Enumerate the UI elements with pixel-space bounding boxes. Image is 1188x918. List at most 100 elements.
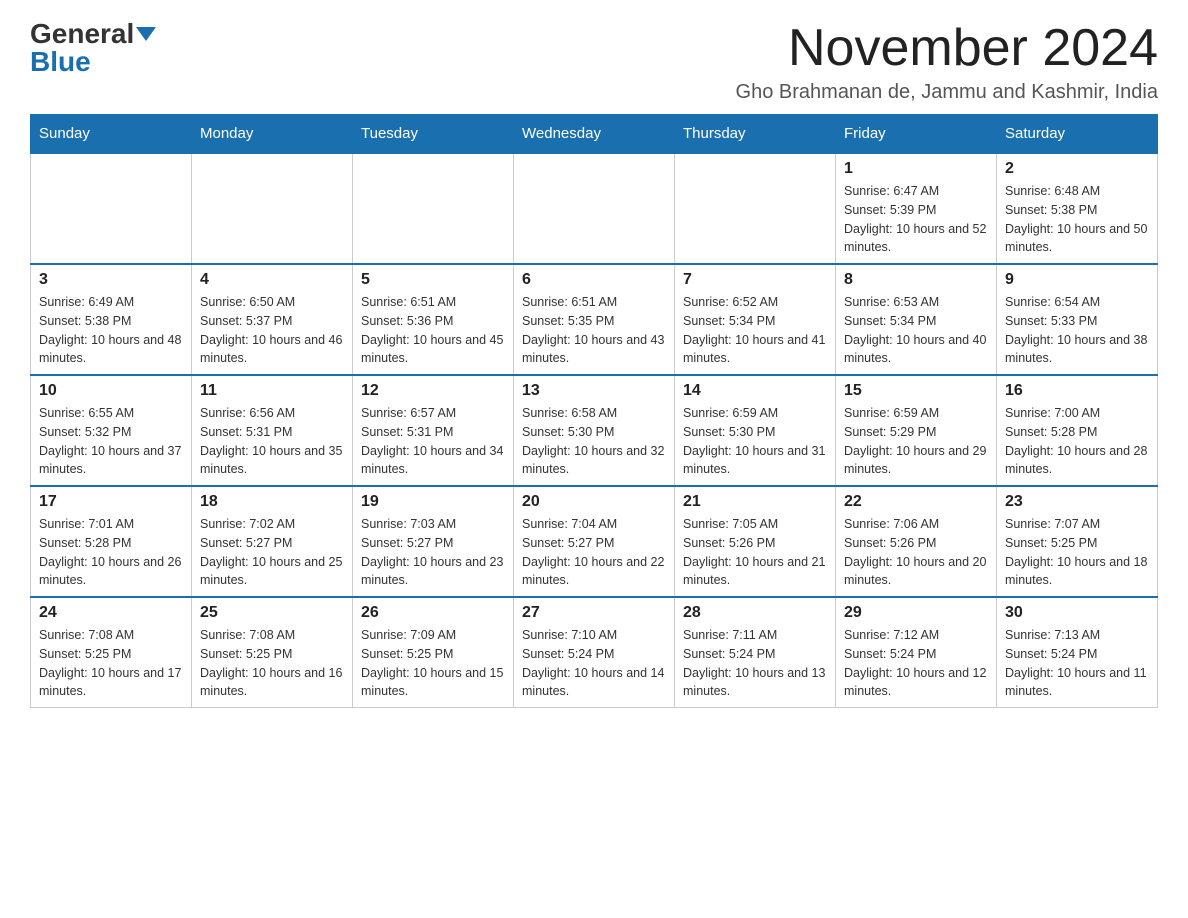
day-number: 10 <box>39 382 183 400</box>
calendar-cell: 24Sunrise: 7:08 AM Sunset: 5:25 PM Dayli… <box>31 597 192 708</box>
weekday-header-wednesday: Wednesday <box>514 115 675 154</box>
page-header: General Blue November 2024 Gho Brahmanan… <box>30 20 1158 104</box>
calendar-cell <box>192 153 353 264</box>
calendar-cell <box>353 153 514 264</box>
weekday-header-monday: Monday <box>192 115 353 154</box>
day-number: 15 <box>844 382 988 400</box>
week-row-1: 1Sunrise: 6:47 AM Sunset: 5:39 PM Daylig… <box>31 153 1158 264</box>
calendar-cell: 26Sunrise: 7:09 AM Sunset: 5:25 PM Dayli… <box>353 597 514 708</box>
day-info: Sunrise: 6:48 AM Sunset: 5:38 PM Dayligh… <box>1005 182 1149 257</box>
calendar-cell: 2 Sunrise: 6:48 AM Sunset: 5:38 PM Daylig… <box>997 153 1158 264</box>
day-info: Sunrise: 7:11 AM Sunset: 5:24 PM Dayligh… <box>683 626 827 701</box>
day-number: 23 <box>1005 493 1149 511</box>
logo: General Blue <box>30 20 156 76</box>
day-number: 7 <box>683 271 827 289</box>
calendar-cell: 16 Sunrise: 7:00 AM Sunset: 5:28 PM Dayli… <box>997 375 1158 486</box>
day-info: Sunrise: 6:58 AM Sunset: 5:30 PM Dayligh… <box>522 404 666 479</box>
logo-text: General Blue <box>30 20 156 76</box>
day-info: Sunrise: 6:53 AM Sunset: 5:34 PM Dayligh… <box>844 293 988 368</box>
calendar-cell: 23 Sunrise: 7:07 AM Sunset: 5:25 PM Dayli… <box>997 486 1158 597</box>
logo-triangle-icon <box>136 27 156 41</box>
day-number: 25 <box>200 604 344 622</box>
day-info: Sunrise: 7:00 AM Sunset: 5:28 PM Dayligh… <box>1005 404 1149 479</box>
day-info: Sunrise: 7:12 AM Sunset: 5:24 PM Dayligh… <box>844 626 988 701</box>
day-number: 4 <box>200 271 344 289</box>
calendar-cell: 21 Sunrise: 7:05 AM Sunset: 5:26 PM Dayli… <box>675 486 836 597</box>
day-number: 26 <box>361 604 505 622</box>
day-number: 11 <box>200 382 344 400</box>
calendar-cell: 18 Sunrise: 7:02 AM Sunset: 5:27 PM Dayli… <box>192 486 353 597</box>
day-number: 6 <box>522 271 666 289</box>
day-number: 8 <box>844 271 988 289</box>
calendar-cell: 10 Sunrise: 6:55 AM Sunset: 5:32 PM Dayli… <box>31 375 192 486</box>
week-row-5: 24Sunrise: 7:08 AM Sunset: 5:25 PM Dayli… <box>31 597 1158 708</box>
day-number: 2 <box>1005 160 1149 178</box>
logo-general: General <box>30 18 134 49</box>
calendar-cell: 12 Sunrise: 6:57 AM Sunset: 5:31 PM Dayli… <box>353 375 514 486</box>
day-info: Sunrise: 6:59 AM Sunset: 5:30 PM Dayligh… <box>683 404 827 479</box>
calendar-cell: 15 Sunrise: 6:59 AM Sunset: 5:29 PM Dayli… <box>836 375 997 486</box>
calendar-cell: 5 Sunrise: 6:51 AM Sunset: 5:36 PM Daylig… <box>353 264 514 375</box>
day-number: 9 <box>1005 271 1149 289</box>
day-info: Sunrise: 7:07 AM Sunset: 5:25 PM Dayligh… <box>1005 515 1149 590</box>
week-row-4: 17Sunrise: 7:01 AM Sunset: 5:28 PM Dayli… <box>31 486 1158 597</box>
calendar-cell: 29Sunrise: 7:12 AM Sunset: 5:24 PM Dayli… <box>836 597 997 708</box>
day-info: Sunrise: 7:05 AM Sunset: 5:26 PM Dayligh… <box>683 515 827 590</box>
calendar-cell: 20Sunrise: 7:04 AM Sunset: 5:27 PM Dayli… <box>514 486 675 597</box>
day-number: 21 <box>683 493 827 511</box>
calendar-cell: 3 Sunrise: 6:49 AM Sunset: 5:38 PM Daylig… <box>31 264 192 375</box>
day-number: 5 <box>361 271 505 289</box>
day-info: Sunrise: 7:10 AM Sunset: 5:24 PM Dayligh… <box>522 626 666 701</box>
calendar-table: SundayMondayTuesdayWednesdayThursdayFrid… <box>30 114 1158 708</box>
day-info: Sunrise: 6:55 AM Sunset: 5:32 PM Dayligh… <box>39 404 183 479</box>
title-area: November 2024 Gho Brahmanan de, Jammu an… <box>736 20 1158 104</box>
calendar-cell: 1Sunrise: 6:47 AM Sunset: 5:39 PM Daylig… <box>836 153 997 264</box>
day-info: Sunrise: 6:51 AM Sunset: 5:35 PM Dayligh… <box>522 293 666 368</box>
day-number: 13 <box>522 382 666 400</box>
day-number: 16 <box>1005 382 1149 400</box>
calendar-cell <box>675 153 836 264</box>
weekday-header-saturday: Saturday <box>997 115 1158 154</box>
day-number: 3 <box>39 271 183 289</box>
calendar-cell: 17Sunrise: 7:01 AM Sunset: 5:28 PM Dayli… <box>31 486 192 597</box>
day-info: Sunrise: 6:56 AM Sunset: 5:31 PM Dayligh… <box>200 404 344 479</box>
day-info: Sunrise: 7:02 AM Sunset: 5:27 PM Dayligh… <box>200 515 344 590</box>
calendar-cell: 28 Sunrise: 7:11 AM Sunset: 5:24 PM Dayli… <box>675 597 836 708</box>
calendar-cell: 4 Sunrise: 6:50 AM Sunset: 5:37 PM Daylig… <box>192 264 353 375</box>
calendar-cell: 13 Sunrise: 6:58 AM Sunset: 5:30 PM Dayli… <box>514 375 675 486</box>
day-info: Sunrise: 6:51 AM Sunset: 5:36 PM Dayligh… <box>361 293 505 368</box>
day-number: 28 <box>683 604 827 622</box>
day-number: 27 <box>522 604 666 622</box>
day-info: Sunrise: 6:54 AM Sunset: 5:33 PM Dayligh… <box>1005 293 1149 368</box>
calendar-cell: 19 Sunrise: 7:03 AM Sunset: 5:27 PM Dayli… <box>353 486 514 597</box>
day-info: Sunrise: 6:59 AM Sunset: 5:29 PM Dayligh… <box>844 404 988 479</box>
day-info: Sunrise: 7:06 AM Sunset: 5:26 PM Dayligh… <box>844 515 988 590</box>
day-info: Sunrise: 6:50 AM Sunset: 5:37 PM Dayligh… <box>200 293 344 368</box>
calendar-cell: 8 Sunrise: 6:53 AM Sunset: 5:34 PM Daylig… <box>836 264 997 375</box>
calendar-cell: 27 Sunrise: 7:10 AM Sunset: 5:24 PM Dayli… <box>514 597 675 708</box>
day-number: 17 <box>39 493 183 511</box>
day-number: 19 <box>361 493 505 511</box>
day-number: 1 <box>844 160 988 178</box>
day-number: 18 <box>200 493 344 511</box>
day-number: 30 <box>1005 604 1149 622</box>
weekday-header-friday: Friday <box>836 115 997 154</box>
calendar-cell: 14Sunrise: 6:59 AM Sunset: 5:30 PM Dayli… <box>675 375 836 486</box>
location-subtitle: Gho Brahmanan de, Jammu and Kashmir, Ind… <box>736 81 1158 104</box>
week-row-3: 10 Sunrise: 6:55 AM Sunset: 5:32 PM Dayli… <box>31 375 1158 486</box>
day-info: Sunrise: 7:04 AM Sunset: 5:27 PM Dayligh… <box>522 515 666 590</box>
day-info: Sunrise: 7:03 AM Sunset: 5:27 PM Dayligh… <box>361 515 505 590</box>
calendar-cell: 11 Sunrise: 6:56 AM Sunset: 5:31 PM Dayli… <box>192 375 353 486</box>
calendar-cell: 25 Sunrise: 7:08 AM Sunset: 5:25 PM Dayli… <box>192 597 353 708</box>
day-info: Sunrise: 6:49 AM Sunset: 5:38 PM Dayligh… <box>39 293 183 368</box>
day-info: Sunrise: 7:13 AM Sunset: 5:24 PM Dayligh… <box>1005 626 1149 701</box>
calendar-cell <box>514 153 675 264</box>
day-number: 12 <box>361 382 505 400</box>
day-info: Sunrise: 6:57 AM Sunset: 5:31 PM Dayligh… <box>361 404 505 479</box>
calendar-cell: 22Sunrise: 7:06 AM Sunset: 5:26 PM Dayli… <box>836 486 997 597</box>
logo-blue: Blue <box>30 46 91 77</box>
calendar-cell: 7Sunrise: 6:52 AM Sunset: 5:34 PM Daylig… <box>675 264 836 375</box>
calendar-cell <box>31 153 192 264</box>
week-row-2: 3 Sunrise: 6:49 AM Sunset: 5:38 PM Daylig… <box>31 264 1158 375</box>
day-info: Sunrise: 7:08 AM Sunset: 5:25 PM Dayligh… <box>200 626 344 701</box>
